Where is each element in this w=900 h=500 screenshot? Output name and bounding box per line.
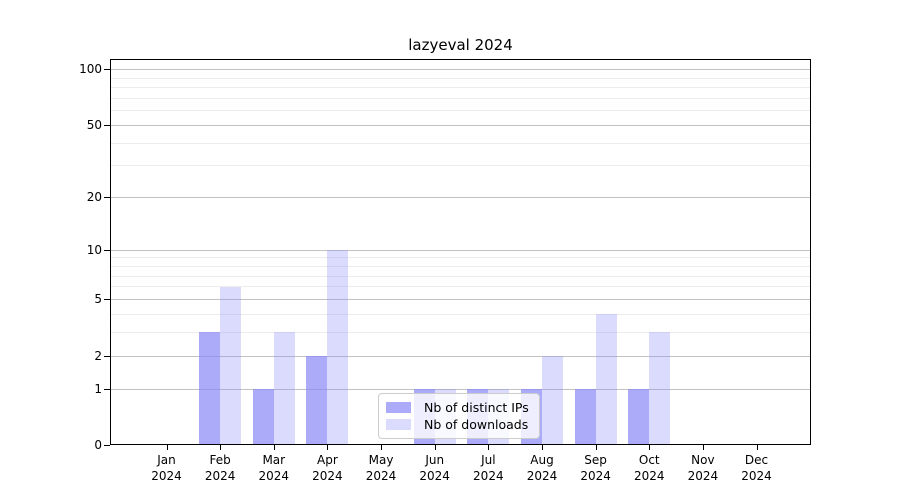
gridline-major xyxy=(110,197,811,198)
bar-downloads xyxy=(220,287,241,446)
gridline-minor xyxy=(110,165,811,166)
gridline-minor xyxy=(110,266,811,267)
x-tick-mark xyxy=(381,445,382,450)
y-tick-label: 5 xyxy=(56,292,102,306)
gridline-minor xyxy=(110,87,811,88)
gridline-minor xyxy=(110,314,811,315)
gridline-minor xyxy=(110,98,811,99)
x-tick-mark xyxy=(596,445,597,450)
x-tick-mark xyxy=(488,445,489,450)
y-tick-label: 20 xyxy=(56,190,102,204)
y-tick-label: 2 xyxy=(56,349,102,363)
y-tick-label: 10 xyxy=(56,243,102,257)
chart-figure: lazyeval 2024 0125102050100 Jan2024Feb20… xyxy=(0,0,900,500)
bar-distinct-ips xyxy=(306,356,327,445)
x-tick-mark xyxy=(703,445,704,450)
bar-downloads xyxy=(596,314,617,445)
gridline-major xyxy=(110,299,811,300)
legend: Nb of distinct IPs Nb of downloads xyxy=(378,393,540,439)
bar-downloads xyxy=(542,356,563,445)
y-tick-label: 1 xyxy=(56,382,102,396)
legend-label-distinct-ips: Nb of distinct IPs xyxy=(424,400,529,415)
gridline-major xyxy=(110,250,811,251)
y-tick-label: 0 xyxy=(56,438,102,452)
x-tick-mark xyxy=(167,445,168,450)
x-tick-mark xyxy=(220,445,221,450)
bar-distinct-ips xyxy=(199,332,220,445)
x-tick-year: 2024 xyxy=(725,468,789,484)
x-tick-mark xyxy=(757,445,758,450)
gridline-major xyxy=(110,125,811,126)
x-tick-mark xyxy=(274,445,275,450)
x-tick-label: Dec2024 xyxy=(725,452,789,484)
gridline-minor xyxy=(110,276,811,277)
bar-downloads xyxy=(274,332,295,445)
bar-distinct-ips xyxy=(253,389,274,445)
bar-downloads xyxy=(649,332,670,445)
x-tick-mark xyxy=(542,445,543,450)
x-tick-mark xyxy=(649,445,650,450)
bar-downloads xyxy=(327,250,348,445)
plot-area xyxy=(110,59,811,445)
x-tick-mark xyxy=(327,445,328,450)
gridline-minor xyxy=(110,110,811,111)
x-tick-month: Dec xyxy=(725,452,789,468)
y-tick-label: 50 xyxy=(56,118,102,132)
chart-title: lazyeval 2024 xyxy=(110,36,811,54)
legend-swatch-distinct-ips-icon xyxy=(386,402,411,413)
legend-item-distinct-ips: Nb of distinct IPs xyxy=(386,399,529,416)
y-tick-mark xyxy=(104,445,110,446)
gridline-minor xyxy=(110,257,811,258)
y-tick-label: 100 xyxy=(56,62,102,76)
bar-distinct-ips xyxy=(575,389,596,445)
gridline-minor xyxy=(110,286,811,287)
gridline-minor xyxy=(110,143,811,144)
legend-label-downloads: Nb of downloads xyxy=(424,417,528,432)
gridline-major xyxy=(110,69,811,70)
legend-item-downloads: Nb of downloads xyxy=(386,416,529,433)
x-tick-mark xyxy=(435,445,436,450)
legend-swatch-downloads-icon xyxy=(386,419,411,430)
gridline-minor xyxy=(110,78,811,79)
bar-distinct-ips xyxy=(628,389,649,445)
